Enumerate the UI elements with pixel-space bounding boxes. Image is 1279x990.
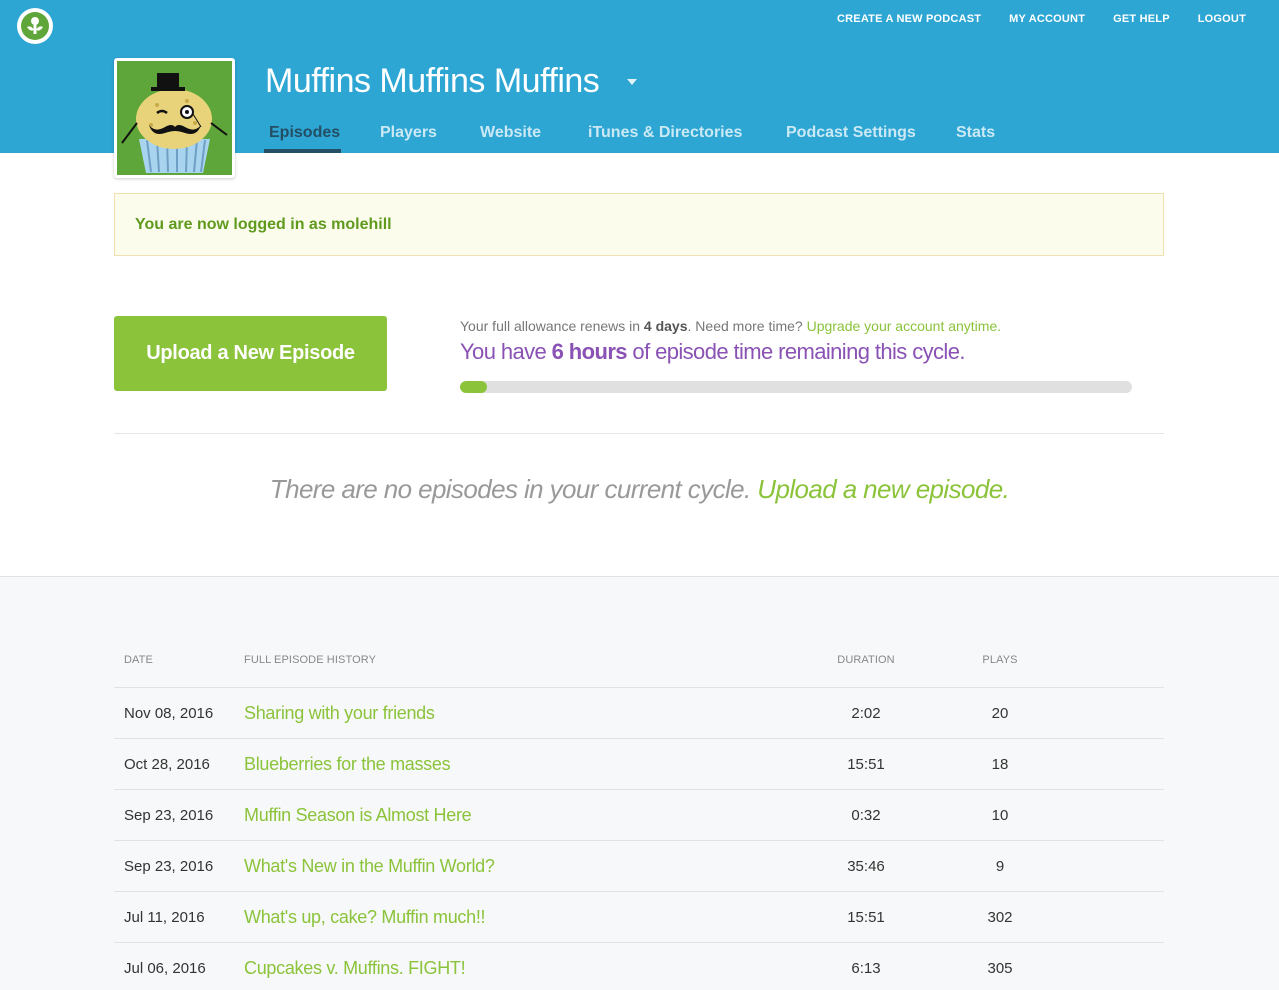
episode-date: Nov 08, 2016	[124, 705, 214, 722]
table-row: Sep 23, 2016 Muffin Season is Almost Her…	[114, 789, 1164, 840]
table-row: Jul 06, 2016 Cupcakes v. Muffins. FIGHT!…	[114, 942, 1164, 990]
column-header-date: DATE	[124, 654, 153, 666]
allowance-info: Your full allowance renews in 4 days. Ne…	[460, 318, 1001, 334]
upload-new-episode-link[interactable]: Upload a new episode.	[757, 474, 1010, 504]
episode-duration: 15:51	[847, 909, 885, 926]
episode-plays: 18	[991, 756, 1009, 773]
my-account-link[interactable]: MY ACCOUNT	[1009, 13, 1085, 25]
alert-message: You are now logged in as molehill	[135, 216, 392, 233]
episode-duration: 15:51	[847, 756, 885, 773]
upload-episode-button[interactable]: Upload a New Episode	[114, 316, 387, 391]
episode-plays: 305	[987, 960, 1013, 977]
remaining-hours: 6 hours	[551, 339, 628, 364]
section-divider	[114, 433, 1164, 434]
create-podcast-link[interactable]: CREATE A NEW PODCAST	[837, 13, 981, 25]
upgrade-account-link[interactable]: Upgrade your account anytime.	[807, 318, 1002, 334]
episode-date: Sep 23, 2016	[124, 858, 214, 875]
episode-duration: 35:46	[847, 858, 885, 875]
tab-players[interactable]: Players	[380, 124, 437, 142]
tab-podcast-settings[interactable]: Podcast Settings	[786, 124, 916, 142]
empty-cycle-message: There are no episodes in your current cy…	[0, 474, 1279, 505]
episode-date: Oct 28, 2016	[124, 756, 210, 773]
progress-fill	[460, 381, 487, 393]
podcast-artwork[interactable]	[114, 58, 235, 178]
table-row: Sep 23, 2016 What's New in the Muffin Wo…	[114, 840, 1164, 891]
episode-title-link[interactable]: What's New in the Muffin World?	[244, 856, 495, 877]
episode-plays: 9	[995, 858, 1005, 875]
tab-stats[interactable]: Stats	[956, 124, 995, 142]
allowance-progress-bar	[460, 381, 1132, 393]
chevron-down-icon[interactable]	[627, 79, 637, 85]
episode-date: Jul 06, 2016	[124, 960, 206, 977]
episode-history: DATE FULL EPISODE HISTORY DURATION PLAYS…	[0, 576, 1279, 990]
allowance-days: 4 days	[643, 318, 688, 334]
podcast-title[interactable]: Muffins Muffins Muffins	[265, 62, 600, 101]
column-header-title: FULL EPISODE HISTORY	[244, 654, 377, 666]
login-alert: You are now logged in as molehill	[114, 193, 1164, 256]
table-row: Nov 08, 2016 Sharing with your friends 2…	[114, 687, 1164, 738]
tab-itunes-directories[interactable]: iTunes & Directories	[588, 124, 742, 142]
allowance-middle: . Need more time?	[687, 318, 807, 334]
episode-plays: 302	[987, 909, 1013, 926]
top-nav: CREATE A NEW PODCAST MY ACCOUNT GET HELP…	[837, 13, 1246, 25]
episode-duration: 0:32	[851, 807, 881, 824]
table-row: Jul 11, 2016 What's up, cake? Muffin muc…	[114, 891, 1164, 942]
site-header: CREATE A NEW PODCAST MY ACCOUNT GET HELP…	[0, 0, 1279, 178]
episode-date: Sep 23, 2016	[124, 807, 214, 824]
episode-title-link[interactable]: Cupcakes v. Muffins. FIGHT!	[244, 958, 466, 979]
tab-website[interactable]: Website	[480, 124, 541, 142]
episode-title-link[interactable]: Sharing with your friends	[244, 703, 435, 724]
empty-text: There are no episodes in your current cy…	[269, 474, 758, 504]
active-tab-indicator	[264, 149, 341, 153]
episode-plays: 20	[991, 705, 1009, 722]
column-header-duration: DURATION	[837, 654, 895, 666]
get-help-link[interactable]: GET HELP	[1113, 13, 1170, 25]
remaining-suffix: of episode time remaining this cycle.	[626, 339, 965, 364]
remaining-time: You have 6 hours of episode time remaini…	[460, 339, 965, 365]
episode-plays: 10	[991, 807, 1009, 824]
allowance-prefix: Your full allowance renews in	[460, 318, 644, 334]
episode-date: Jul 11, 2016	[124, 909, 205, 926]
remaining-prefix: You have	[460, 339, 552, 364]
logout-link[interactable]: LOGOUT	[1198, 13, 1246, 25]
logo-icon[interactable]	[17, 8, 53, 44]
episode-title-link[interactable]: Blueberries for the masses	[244, 754, 451, 775]
episode-duration: 2:02	[851, 705, 881, 722]
episode-duration: 6:13	[851, 960, 881, 977]
table-row: Oct 28, 2016 Blueberries for the masses …	[114, 738, 1164, 789]
episode-title-link[interactable]: What's up, cake? Muffin much!!	[244, 907, 486, 928]
column-header-plays: PLAYS	[982, 654, 1018, 666]
episode-title-link[interactable]: Muffin Season is Almost Here	[244, 805, 472, 826]
tab-episodes[interactable]: Episodes	[269, 124, 340, 142]
